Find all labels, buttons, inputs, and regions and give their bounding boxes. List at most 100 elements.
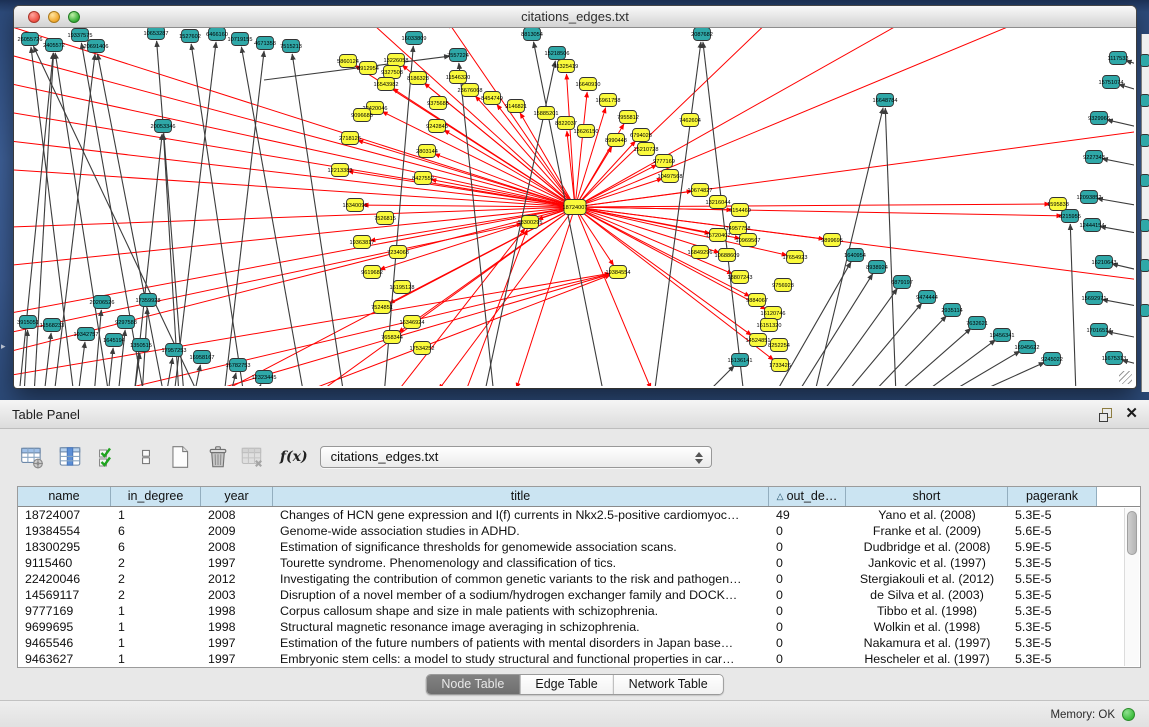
function-builder-icon[interactable]: f(x) [280, 449, 308, 465]
table-cell[interactable]: 0 [769, 523, 846, 539]
table-cell[interactable]: 1 [111, 507, 201, 523]
table-cell[interactable]: 5.5E-5 [1008, 571, 1097, 587]
float-panel-icon[interactable] [1099, 408, 1112, 421]
table-cell[interactable]: 0 [769, 603, 846, 619]
graph-node[interactable]: 19384554 [606, 266, 631, 279]
table-row[interactable]: 911546021997Tourette syndrome. Phenomeno… [18, 555, 1140, 571]
table-cell[interactable]: 5.3E-5 [1008, 651, 1097, 667]
graph-node[interactable]: 1350515 [130, 339, 152, 352]
table-cell[interactable]: 2009 [201, 523, 273, 539]
table-cell[interactable]: 2008 [201, 507, 273, 523]
table-cell[interactable]: 2003 [201, 587, 273, 603]
graph-node[interactable]: 1640954 [844, 249, 866, 262]
graph-node[interactable]: 1733426 [769, 359, 791, 372]
table-cell[interactable]: 22420046 [18, 571, 111, 587]
graph-node[interactable]: 15751074 [1099, 76, 1124, 89]
table-cell[interactable]: Wolkin et al. (1998) [846, 619, 1008, 635]
graph-node[interactable]: 7462604 [679, 114, 701, 127]
graph-node[interactable]: 7524851 [371, 301, 393, 314]
graph-node[interactable]: 4671358 [254, 37, 276, 50]
table-cell[interactable]: 2 [111, 555, 201, 571]
table-cell[interactable]: 6 [111, 539, 201, 555]
graph-node[interactable]: 9777169 [653, 155, 675, 168]
graph-node[interactable]: 7234068 [387, 246, 409, 259]
graph-node[interactable]: 12213382 [328, 164, 353, 177]
row-height-icon[interactable] [132, 444, 160, 470]
table-cell[interactable]: 0 [769, 571, 846, 587]
table-row[interactable]: 946554611997Estimation of the future num… [18, 635, 1140, 651]
table-cell[interactable]: 9699695 [18, 619, 111, 635]
table-scrollbar-thumb[interactable] [1127, 511, 1137, 555]
graph-node[interactable]: 2935114 [941, 304, 962, 317]
table-settings-icon[interactable] [18, 444, 46, 470]
graph-node[interactable]: 10497568 [658, 170, 683, 183]
graph-node[interactable]: 8186328 [407, 72, 429, 85]
graph-node[interactable]: 18340095 [343, 199, 368, 212]
graph-node[interactable]: 16958167 [190, 351, 215, 364]
graph-node[interactable]: 10969567 [736, 234, 761, 247]
column-header-year[interactable]: year [201, 487, 273, 506]
graph-node[interactable]: 16210643 [1092, 256, 1117, 269]
graph-node[interactable]: 5860124 [337, 55, 359, 68]
graph-node[interactable]: 7632621 [966, 317, 988, 330]
graph-node[interactable]: 20691406 [84, 40, 109, 53]
graph-node[interactable]: 8822037 [555, 117, 577, 130]
tab-network-table[interactable]: Network Table [614, 675, 723, 694]
column-header-out-de-[interactable]: △out_de… [769, 487, 846, 506]
graph-node[interactable]: 9619682 [361, 266, 383, 279]
table-row[interactable]: 1872400712008Changes of HCN gene express… [18, 507, 1140, 523]
network-canvas[interactable]: 2605572624055721933757520691406106532871… [14, 28, 1134, 386]
table-cell[interactable]: Hescheler et al. (1997) [846, 651, 1008, 667]
graph-node[interactable]: 16120746 [761, 307, 786, 320]
graph-node[interactable]: 6879197 [891, 276, 913, 289]
graph-node[interactable]: 10719155 [228, 33, 253, 46]
table-row[interactable]: 2242004622012Investigating the contribut… [18, 571, 1140, 587]
graph-node[interactable]: 7955812 [617, 111, 639, 124]
tab-edge-table[interactable]: Edge Table [520, 675, 613, 694]
table-scrollbar[interactable] [1124, 508, 1139, 666]
graph-node[interactable]: 19363817 [350, 236, 375, 249]
table-cell[interactable]: 0 [769, 651, 846, 667]
table-cell[interactable]: 5.3E-5 [1008, 635, 1097, 651]
graph-node[interactable]: 8215955 [1059, 210, 1081, 223]
graph-node[interactable]: 7526815 [374, 212, 396, 225]
graph-node[interactable]: 8912954 [357, 62, 379, 75]
graph-node[interactable]: 16151320 [757, 319, 782, 332]
graph-node[interactable]: 8813054 [521, 28, 543, 41]
table-cell[interactable]: 1 [111, 619, 201, 635]
table-cell[interactable]: 6 [111, 523, 201, 539]
graph-hub-node[interactable]: 18724007 [563, 200, 588, 215]
table-cell[interactable]: Estimation of the future numbers of pati… [273, 635, 769, 651]
window-close-button[interactable] [28, 11, 40, 23]
graph-node[interactable]: 9297588 [115, 316, 137, 329]
graph-node[interactable]: 2718126 [339, 132, 361, 145]
table-cell[interactable]: Tourette syndrome. Phenomenology and cla… [273, 555, 769, 571]
graph-node[interactable]: 1527602 [179, 30, 201, 43]
graph-node[interactable]: 9375685 [427, 97, 449, 110]
table-cell[interactable]: 9463627 [18, 651, 111, 667]
table-cell[interactable]: Dudbridge et al. (2008) [846, 539, 1008, 555]
graph-node[interactable]: 16849296 [688, 246, 713, 259]
graph-node[interactable]: 8454749 [481, 92, 503, 105]
table-cell[interactable]: Stergiakouli et al. (2012) [846, 571, 1008, 587]
graph-node[interactable]: 23676068 [458, 84, 483, 97]
graph-node[interactable]: 6794028 [630, 129, 652, 142]
graph-node[interactable]: 7557224 [447, 49, 469, 62]
graph-node[interactable]: 12444154 [1080, 219, 1105, 232]
graph-node[interactable]: 16033809 [402, 32, 427, 45]
panel-collapse-arrow-icon[interactable]: ▸ [1, 342, 6, 351]
graph-node[interactable]: 19456341 [990, 329, 1015, 342]
graph-node[interactable]: 15692971 [1082, 292, 1107, 305]
table-cell[interactable]: 14569117 [18, 587, 111, 603]
graph-node[interactable]: 10653287 [144, 28, 169, 40]
graph-node[interactable]: 11325419 [554, 60, 578, 73]
graph-node[interactable]: 26055726 [18, 33, 43, 46]
table-cell[interactable]: 2 [111, 587, 201, 603]
graph-node[interactable]: 9756928 [772, 279, 794, 292]
graph-node[interactable]: 9245022 [1041, 353, 1063, 366]
table-cell[interactable]: 5.3E-5 [1008, 619, 1097, 635]
graph-node[interactable]: 16648784 [873, 94, 898, 107]
new-table-icon[interactable] [166, 444, 194, 470]
column-header-short[interactable]: short [846, 487, 1008, 506]
graph-node[interactable]: 18807243 [728, 271, 753, 284]
